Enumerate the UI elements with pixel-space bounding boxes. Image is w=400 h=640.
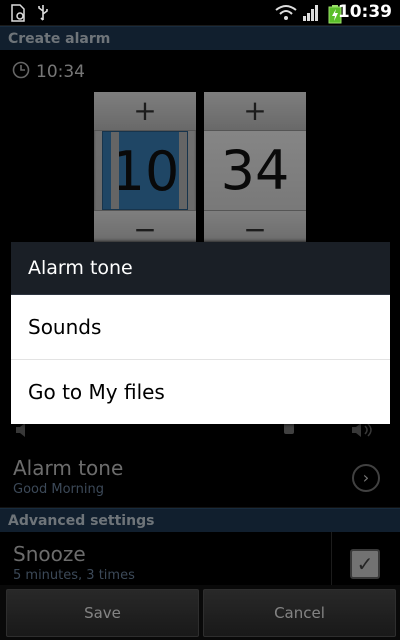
alarm-tone-dialog: Alarm tone Sounds Go to My files [11, 242, 390, 424]
dialog-title: Alarm tone [11, 242, 390, 295]
status-time: 10:39 [337, 2, 392, 22]
wifi-icon [275, 4, 297, 26]
document-settings-icon [10, 4, 26, 26]
dialog-option-my-files[interactable]: Go to My files [11, 360, 390, 425]
signal-icon [302, 4, 320, 26]
usb-icon [36, 4, 50, 26]
dialog-option-sounds[interactable]: Sounds [11, 295, 390, 360]
status-bar: 10:39 [0, 0, 400, 26]
